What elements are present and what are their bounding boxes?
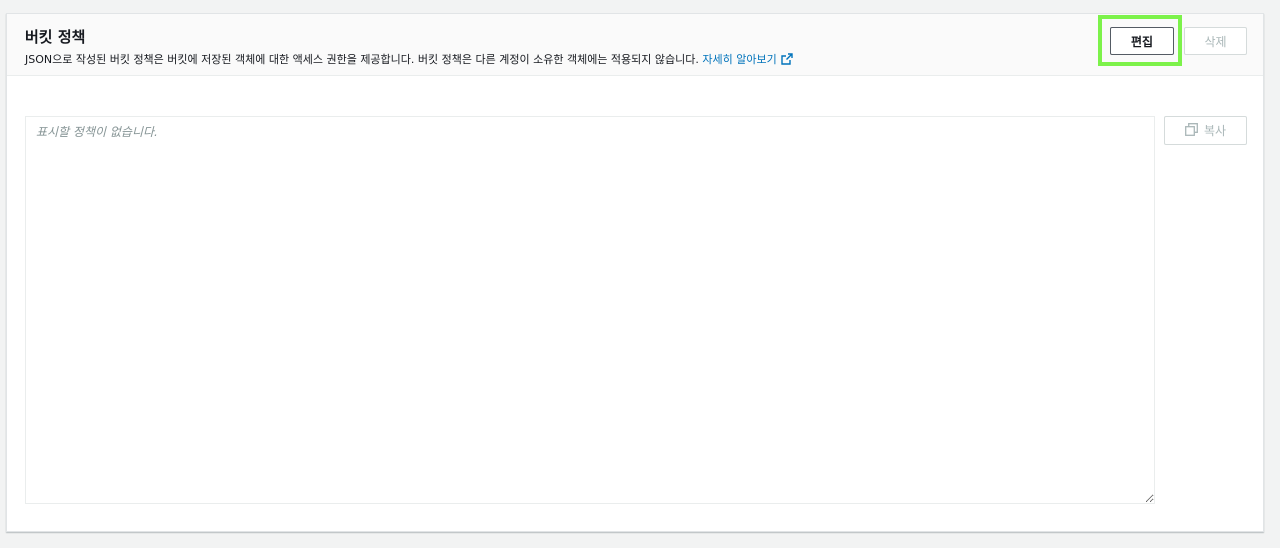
bucket-policy-panel: 버킷 정책 JSON으로 작성된 버킷 정책은 버킷에 저장된 객체에 대한 액… (6, 13, 1264, 532)
panel-description: JSON으로 작성된 버킷 정책은 버킷에 저장된 객체에 대한 액세스 권한을… (25, 53, 793, 69)
external-link-icon (781, 53, 793, 69)
learn-more-link[interactable]: 자세히 알아보기 (702, 53, 793, 69)
policy-editor[interactable] (25, 116, 1155, 504)
edit-button[interactable]: 편집 (1110, 27, 1174, 55)
panel-header: 버킷 정책 JSON으로 작성된 버킷 정책은 버킷에 저장된 객체에 대한 액… (7, 14, 1263, 76)
panel-title: 버킷 정책 (25, 28, 86, 46)
delete-button[interactable]: 삭제 (1184, 27, 1247, 55)
description-text: JSON으로 작성된 버킷 정책은 버킷에 저장된 객체에 대한 액세스 권한을… (25, 53, 699, 66)
learn-more-label: 자세히 알아보기 (702, 53, 777, 66)
copy-icon (1185, 122, 1198, 139)
copy-label: 복사 (1203, 124, 1227, 138)
copy-button[interactable]: 복사 (1164, 116, 1247, 145)
